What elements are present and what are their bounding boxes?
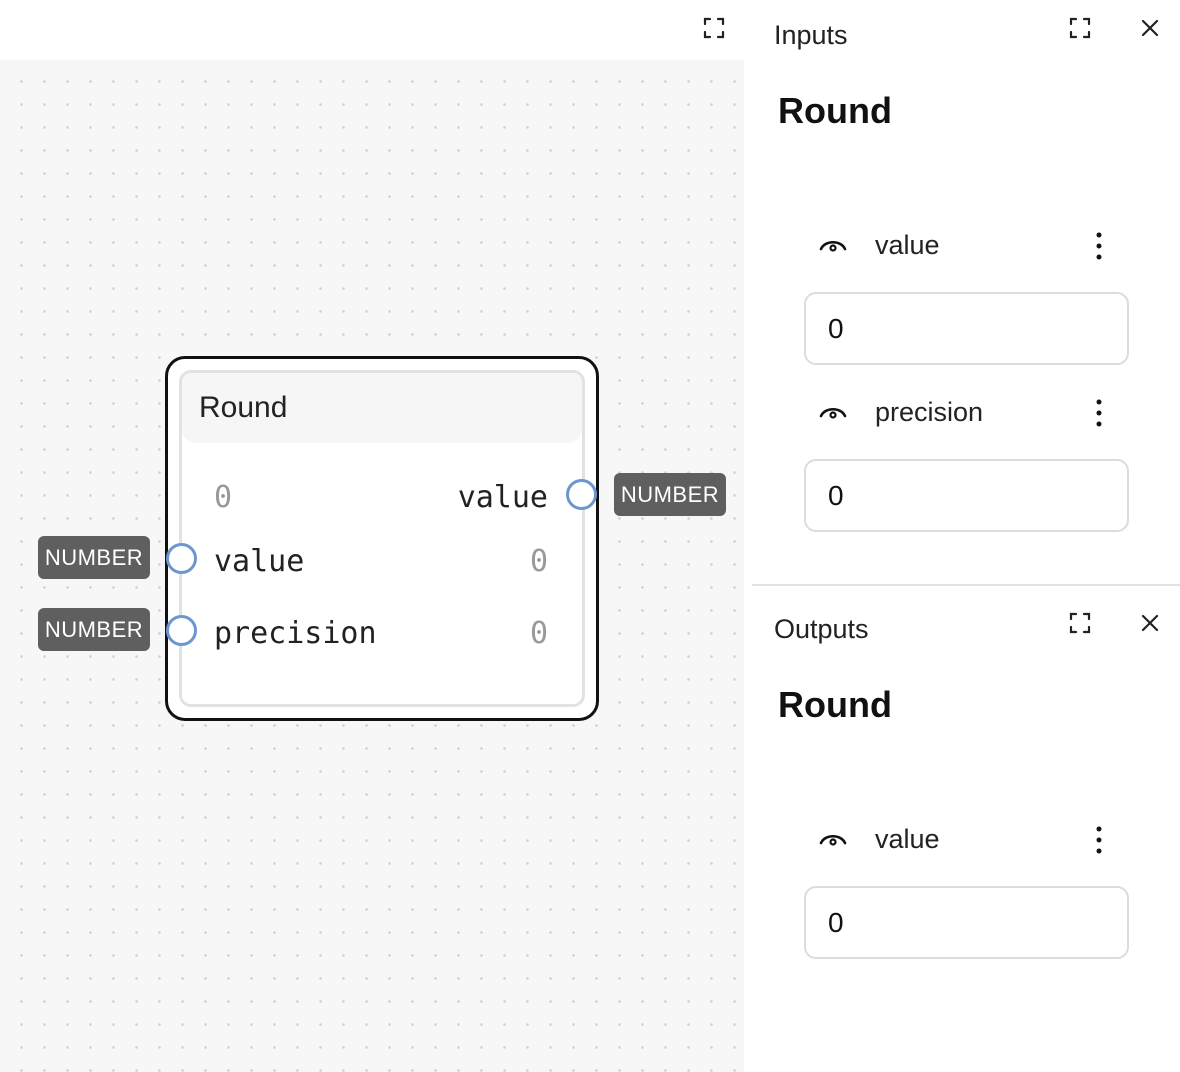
input-field-label-value: value bbox=[875, 230, 940, 260]
node-output-value-display: 0 bbox=[214, 479, 233, 515]
input-field-row-value: value bbox=[752, 224, 1180, 268]
kebab-icon[interactable] bbox=[1086, 391, 1112, 435]
graph-canvas[interactable]: Round 0 value value 0 precision 0 NUMBER… bbox=[0, 60, 744, 1072]
output-type-tag-value: NUMBER bbox=[614, 473, 726, 516]
close-icon bbox=[1141, 614, 1159, 632]
round-node-body: Round 0 value value 0 precision 0 bbox=[179, 370, 585, 707]
input-field-precision[interactable] bbox=[804, 459, 1129, 532]
outputs-maximize-button[interactable] bbox=[1066, 609, 1094, 637]
eye-icon[interactable] bbox=[818, 826, 848, 855]
maximize-icon bbox=[1069, 612, 1091, 634]
inputs-close-button[interactable] bbox=[1136, 14, 1164, 42]
output-field-row-value: value bbox=[752, 818, 1180, 862]
node-output-label-value: value bbox=[457, 479, 548, 515]
input-type-tag-precision: NUMBER bbox=[38, 608, 150, 651]
round-node[interactable]: Round 0 value value 0 precision 0 bbox=[165, 356, 599, 721]
node-input-precision-display: 0 bbox=[529, 615, 548, 651]
maximize-icon bbox=[703, 17, 725, 39]
output-field-label-value: value bbox=[875, 824, 940, 854]
close-icon bbox=[1141, 19, 1159, 37]
output-field-value[interactable] bbox=[804, 886, 1129, 959]
input-port-value[interactable] bbox=[166, 543, 197, 574]
node-input-row-precision: precision 0 bbox=[182, 613, 582, 653]
output-port-value[interactable] bbox=[566, 479, 597, 510]
input-field-label-precision: precision bbox=[875, 397, 984, 427]
kebab-icon[interactable] bbox=[1086, 818, 1112, 862]
input-field-value[interactable] bbox=[804, 292, 1129, 365]
eye-icon[interactable] bbox=[818, 232, 848, 261]
eye-icon[interactable] bbox=[818, 399, 848, 428]
canvas-toolbar bbox=[0, 0, 744, 60]
inputs-node-name: Round bbox=[778, 90, 892, 131]
node-input-row-value: value 0 bbox=[182, 541, 582, 581]
round-node-header[interactable]: Round bbox=[182, 373, 582, 443]
round-node-title: Round bbox=[199, 391, 288, 424]
node-input-label-value: value bbox=[214, 543, 305, 579]
input-port-precision[interactable] bbox=[166, 615, 197, 646]
outputs-node-name: Round bbox=[778, 684, 892, 725]
input-type-tag-value: NUMBER bbox=[38, 536, 150, 579]
node-output-row-value: 0 value bbox=[182, 477, 582, 517]
outputs-panel: Outputs Round value bbox=[752, 586, 1180, 1072]
outputs-panel-title: Outputs bbox=[774, 614, 869, 644]
outputs-close-button[interactable] bbox=[1136, 609, 1164, 637]
maximize-icon bbox=[1069, 17, 1091, 39]
inputs-panel-title: Inputs bbox=[774, 20, 848, 50]
node-input-label-precision: precision bbox=[214, 615, 377, 651]
inputs-maximize-button[interactable] bbox=[1066, 14, 1094, 42]
kebab-icon[interactable] bbox=[1086, 224, 1112, 268]
input-field-row-precision: precision bbox=[752, 391, 1180, 435]
canvas-maximize-button[interactable] bbox=[700, 14, 728, 42]
node-input-value-display: 0 bbox=[529, 543, 548, 579]
inputs-panel: Inputs Round value 0 precision 0 bbox=[752, 0, 1180, 584]
